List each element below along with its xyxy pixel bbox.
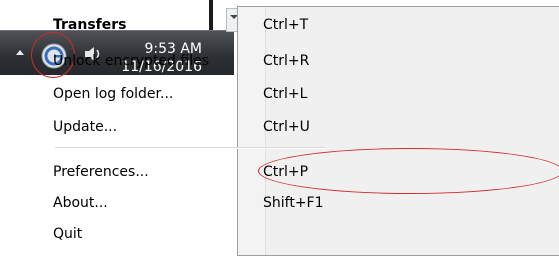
- menu-item-update[interactable]: Update... Ctrl+U: [28, 112, 328, 142]
- menu-item-shortcut: Ctrl+P: [263, 164, 309, 180]
- menu-item-about[interactable]: About... Shift+F1: [28, 188, 328, 218]
- menu-item-shortcut: Shift+F1: [263, 195, 324, 211]
- chevron-up-icon[interactable]: [16, 50, 24, 55]
- menu-item-transfers[interactable]: Transfers Ctrl+T: [28, 10, 328, 40]
- menu-item-label: Update...: [53, 119, 118, 135]
- menu-separator: [55, 147, 325, 149]
- menu-item-label: Unlock encrypted files: [53, 53, 209, 69]
- menu-item-shortcut: Ctrl+L: [263, 86, 308, 102]
- menu-item-label: Transfers: [53, 17, 127, 33]
- menu-item-unlock-encrypted-files[interactable]: Unlock encrypted files Ctrl+R: [28, 46, 328, 76]
- menu-item-label: Preferences...: [53, 164, 149, 180]
- menu-item-quit[interactable]: Quit: [28, 219, 328, 249]
- menu-item-shortcut: Ctrl+U: [263, 119, 310, 135]
- menu-item-shortcut: Ctrl+R: [263, 53, 310, 69]
- menu-item-label: About...: [53, 195, 108, 211]
- menu-item-preferences[interactable]: Preferences... Ctrl+P: [28, 157, 328, 187]
- menu-item-shortcut: Ctrl+T: [263, 17, 309, 33]
- window-top-area: [0, 0, 210, 8]
- menu-item-open-log-folder[interactable]: Open log folder... Ctrl+L: [28, 79, 328, 109]
- menu-item-label: Quit: [53, 226, 83, 242]
- menu-item-label: Open log folder...: [53, 86, 174, 102]
